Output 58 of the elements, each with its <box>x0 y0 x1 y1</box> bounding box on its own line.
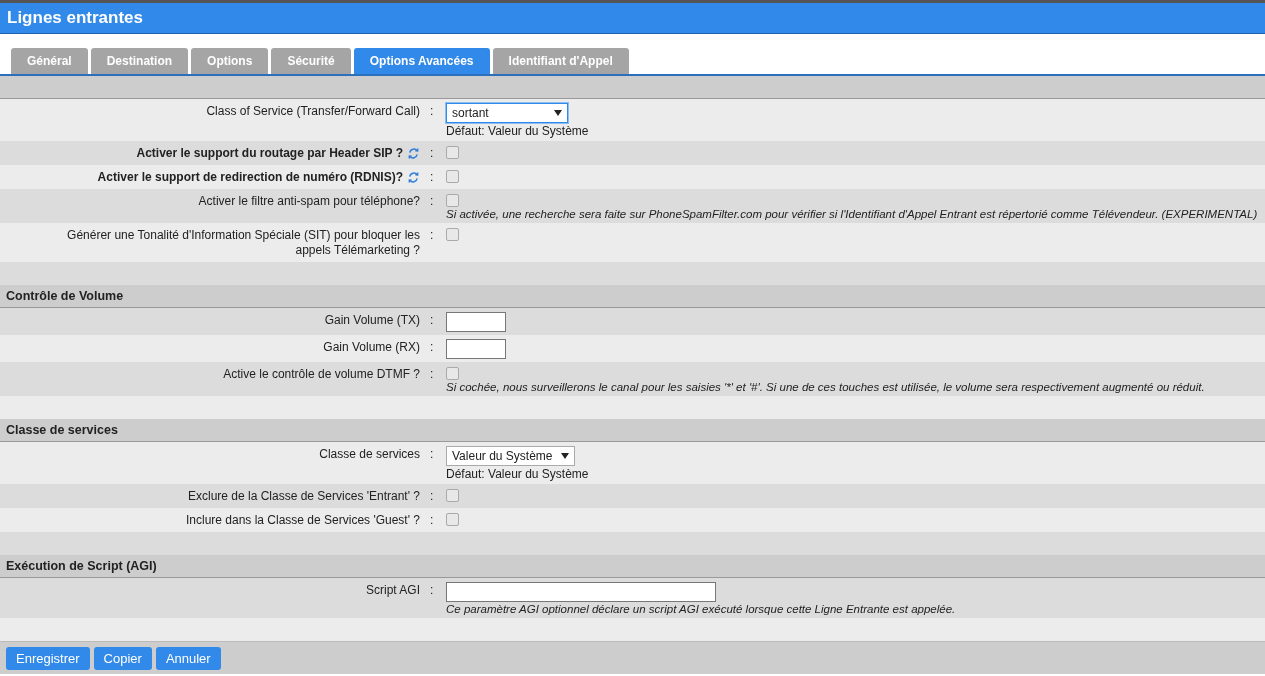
field-label: Classe de services <box>319 447 420 462</box>
colon: : <box>430 583 434 597</box>
field-label: Générer une Tonalité d'Information Spéciale (SIT) pour bloquer les appels Télémarketing ? <box>66 228 420 258</box>
colon: : <box>430 228 434 242</box>
field-label: Activer le support du routage par Header SIP ? <box>136 146 403 161</box>
caret-icon <box>560 453 569 459</box>
section-title: Contrôle de Volume <box>6 289 124 303</box>
input-field[interactable] <box>446 339 506 359</box>
checkbox[interactable] <box>446 146 459 159</box>
help-text: Si cochée, nous surveillerons le canal pour les saisies '*' et '#'. Si une de ces touches est utilisée, le volume sera respectivement augmenté ou réduit. <box>446 381 1205 393</box>
tab[interactable]: Options Avancées <box>353 48 490 74</box>
section-title: Exécution de Script (AGI) <box>6 559 157 573</box>
tab[interactable]: Options <box>191 48 269 74</box>
tab[interactable]: Identifiant d'Appel <box>492 48 629 74</box>
checkbox[interactable] <box>446 513 459 526</box>
field-label: Gain Volume (RX) <box>323 340 420 355</box>
help-text: Défaut: Valeur du Système <box>446 124 589 138</box>
colon: : <box>430 194 434 208</box>
colon: : <box>430 367 434 381</box>
colon: : <box>430 170 434 184</box>
caret-icon <box>554 110 562 116</box>
section-title: Classe de services <box>6 423 118 437</box>
input-field[interactable] <box>446 582 716 602</box>
tab[interactable]: Destination <box>90 48 189 74</box>
field-label: Inclure dans la Classe de Services 'Guest' ? <box>185 513 420 528</box>
colon: : <box>430 513 434 527</box>
checkbox[interactable] <box>446 489 459 502</box>
dropdown[interactable]: Valeur du Système <box>446 446 575 466</box>
refresh-icon[interactable] <box>407 171 420 184</box>
action-button[interactable]: Annuler <box>155 646 221 670</box>
colon: : <box>430 447 434 461</box>
field-label: Activer le support de redirection de numéro (RDNIS)? <box>97 170 403 185</box>
colon: : <box>430 146 434 160</box>
refresh-icon[interactable] <box>407 147 420 160</box>
action-button[interactable]: Copier <box>93 646 152 670</box>
field-label: Gain Volume (TX) <box>324 313 420 328</box>
window-title: Lignes entrantes <box>7 8 144 28</box>
field-label: Exclure de la Classe de Services 'Entrant' ? <box>187 489 420 504</box>
help-text: Si activée, une recherche sera faite sur PhoneSpamFilter.com pour vérifier si l'Identifiant d'Appel Entrant est répertorié comme Télévendeur. (EXPERIMENTAL) <box>446 208 1258 220</box>
dropdown[interactable]: sortant <box>446 103 568 123</box>
help-text: Défaut: Valeur du Système <box>446 467 589 481</box>
checkbox[interactable] <box>446 194 459 207</box>
checkbox[interactable] <box>446 170 459 183</box>
checkbox[interactable] <box>446 228 459 241</box>
tab[interactable]: Général <box>11 48 88 74</box>
input-field[interactable] <box>446 312 506 332</box>
colon: : <box>430 313 434 327</box>
colon: : <box>430 340 434 354</box>
field-label: Activer le filtre anti-spam pour téléphone? <box>198 194 420 209</box>
action-button[interactable]: Enregistrer <box>6 646 90 670</box>
tab[interactable]: Sécurité <box>271 48 351 74</box>
help-text: Ce paramètre AGI optionnel déclare un script AGI exécuté lorsque cette Ligne Entrante est appelée. <box>446 603 956 615</box>
colon: : <box>430 489 434 503</box>
colon: : <box>430 104 434 118</box>
field-label: Script AGI <box>365 583 420 598</box>
field-label: Class of Service (Transfer/Forward Call) <box>206 104 420 119</box>
checkbox[interactable] <box>446 367 459 380</box>
field-label: Active le contrôle de volume DTMF ? <box>223 367 420 382</box>
